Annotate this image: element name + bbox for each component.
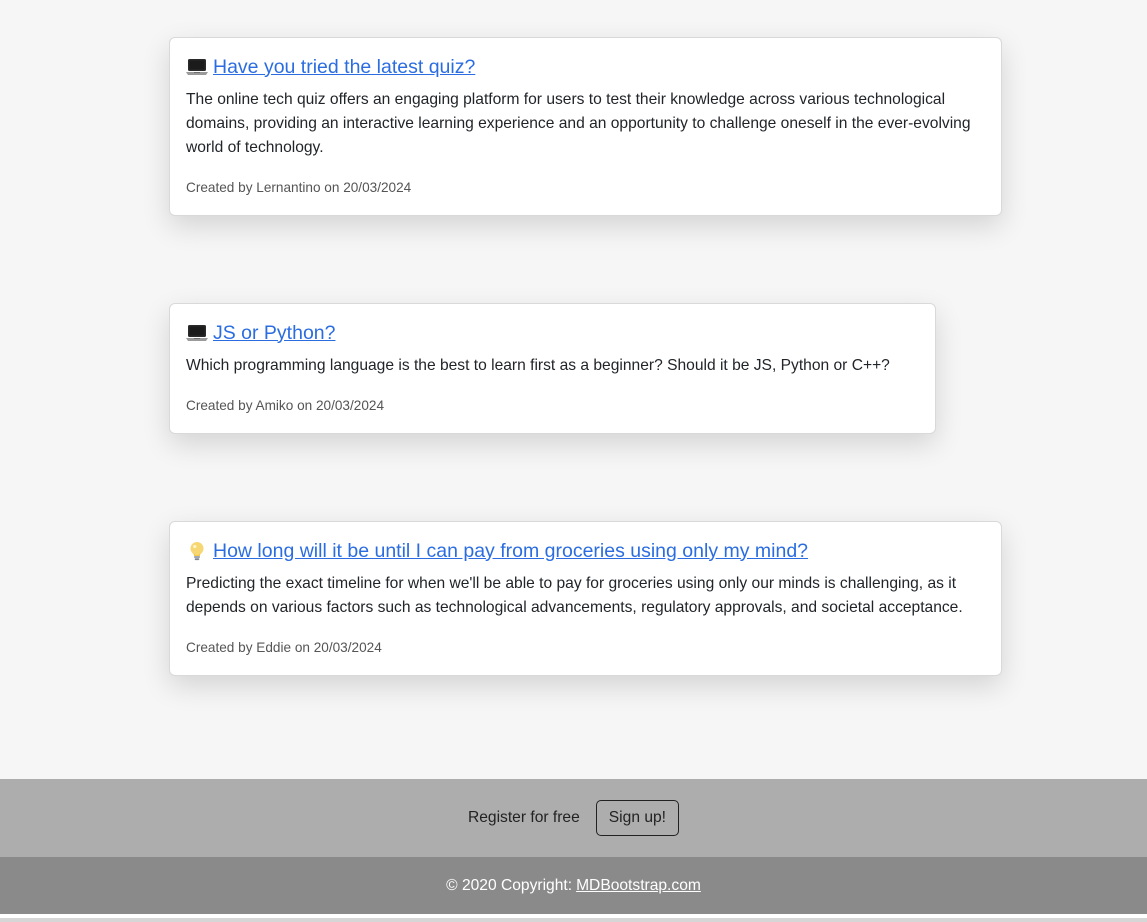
post-card: How long will it be until I can pay from… <box>169 521 1002 676</box>
post-title-row: JS or Python? <box>186 319 919 347</box>
post-meta: Created by Eddie on 20/03/2024 <box>186 640 382 655</box>
post-title-link[interactable]: Have you tried the latest quiz? <box>213 56 475 79</box>
register-text: Register for free <box>467 809 580 826</box>
post-card: Have you tried the latest quiz? The onli… <box>169 37 1002 216</box>
post-title-row: Have you tried the latest quiz? <box>186 53 985 81</box>
laptop-icon <box>186 322 208 344</box>
copyright-link[interactable]: MDBootstrap.com <box>576 877 701 895</box>
post-body: Which programming language is the best t… <box>186 357 890 374</box>
signup-button[interactable]: Sign up! <box>595 800 680 836</box>
post-card: JS or Python? Which programming language… <box>169 303 936 434</box>
post-title-row: How long will it be until I can pay from… <box>186 537 985 565</box>
footer-edge <box>0 918 1147 922</box>
post-meta: Created by Amiko on 20/03/2024 <box>186 398 384 413</box>
copyright-text: © 2020 Copyright: <box>446 876 573 894</box>
laptop-icon <box>186 56 208 78</box>
post-title-link[interactable]: How long will it be until I can pay from… <box>213 540 808 563</box>
post-body: The online tech quiz offers an engaging … <box>186 91 971 156</box>
signup-bar: Register for free Sign up! <box>0 779 1147 857</box>
post-title-link[interactable]: JS or Python? <box>213 322 335 345</box>
lightbulb-icon <box>186 540 208 562</box>
post-body: Predicting the exact timeline for when w… <box>186 575 963 616</box>
copyright-bar: © 2020 Copyright: MDBootstrap.com <box>0 857 1147 914</box>
post-meta: Created by Lernantino on 20/03/2024 <box>186 180 412 195</box>
